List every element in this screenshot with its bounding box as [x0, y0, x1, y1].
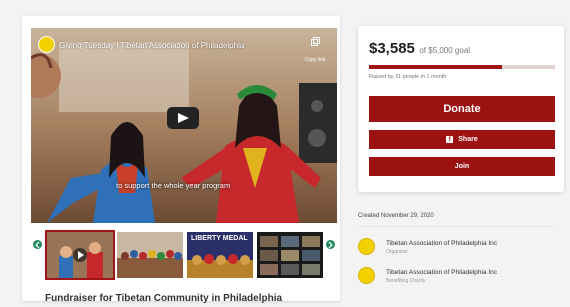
- video-title[interactable]: Giving Tuesday | Tibetan Association of …: [59, 41, 244, 50]
- raised-by-text: Raised by 31 people in 1 month: [369, 74, 447, 80]
- charity-logo: [358, 267, 375, 284]
- play-icon: [178, 113, 189, 123]
- donate-button[interactable]: Donate: [369, 96, 555, 122]
- organizer-logo: [358, 238, 375, 255]
- donation-card: $3,585 of $5,000 goal Raised by 31 peopl…: [358, 26, 564, 192]
- progress-fill: [369, 65, 503, 69]
- thumbnail-liberty-medal-label: LIBERTY MEDAL: [191, 235, 248, 242]
- play-button[interactable]: [167, 107, 199, 129]
- copy-icon: [310, 37, 320, 46]
- fundraiser-media-card: Giving Tuesday | Tibetan Association of …: [22, 16, 340, 304]
- organizer-name[interactable]: Tibetan Association of Philadelphia Inc: [386, 240, 497, 247]
- charity-role: Benefiting Charity: [386, 278, 426, 284]
- thumbnail-group-photo[interactable]: [117, 232, 183, 278]
- share-label: Share: [458, 136, 478, 143]
- thumbnail-video-call[interactable]: [257, 232, 323, 278]
- channel-logo[interactable]: [38, 36, 55, 53]
- copy-link-button[interactable]: Copy link: [302, 37, 328, 66]
- copy-link-label: Copy link: [304, 57, 326, 63]
- chevron-right-icon: [328, 241, 333, 248]
- facebook-icon: f: [446, 136, 454, 143]
- thumbnail-video[interactable]: [45, 230, 115, 280]
- video-caption: to support the whole year program: [116, 181, 231, 190]
- media-thumbnails: LIBERTY MEDAL: [31, 230, 337, 280]
- thumbnail-liberty-medal[interactable]: LIBERTY MEDAL: [187, 232, 253, 278]
- amount-raised: $3,585 of $5,000 goal: [369, 40, 470, 58]
- fundraiser-title: Fundraiser for Tibetan Community in Phil…: [45, 293, 283, 304]
- organizer-role: Organizer: [386, 249, 408, 255]
- created-date: Created November 29, 2020: [358, 213, 434, 219]
- charity-name[interactable]: Tibetan Association of Philadelphia Inc: [386, 269, 497, 276]
- divider: [358, 226, 554, 227]
- progress-bar: [369, 65, 555, 69]
- goal-text: of $5,000 goal: [419, 46, 471, 55]
- share-button[interactable]: f Share: [369, 130, 555, 149]
- video-player[interactable]: Giving Tuesday | Tibetan Association of …: [31, 28, 337, 223]
- join-button[interactable]: Join: [369, 157, 555, 176]
- thumbnails-next-arrow[interactable]: [326, 240, 335, 249]
- raised-amount: $3,585: [369, 40, 415, 57]
